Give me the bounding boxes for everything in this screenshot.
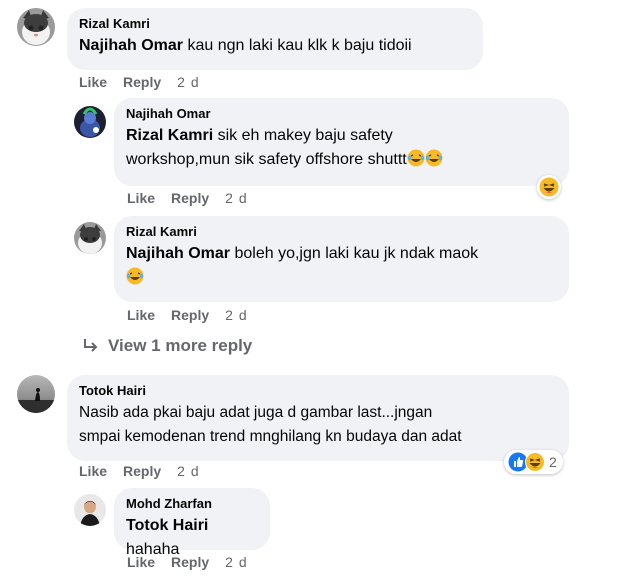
- comment-bubble: Rizal Kamri Najihah Omar kau ngn laki ka…: [67, 8, 483, 70]
- reply-button[interactable]: Reply: [171, 307, 209, 323]
- comment-body: kau ngn laki kau klk k baju tidoii: [187, 37, 412, 54]
- comment-bubble: Rizal Kamri Najihah Omar boleh yo,jgn la…: [114, 216, 569, 302]
- mention-tag[interactable]: Najihah Omar: [126, 245, 230, 262]
- comment-body: boleh yo,jgn laki kau jk ndak maok: [234, 245, 479, 262]
- reply-button[interactable]: Reply: [123, 74, 161, 90]
- view-more-replies-button[interactable]: View 1 more reply: [82, 336, 252, 356]
- like-button[interactable]: Like: [127, 554, 155, 570]
- laughing-emoji-icon: [407, 149, 425, 167]
- comment-body: workshop,mun sik safety offshore shuttt: [126, 151, 407, 168]
- reply-button[interactable]: Reply: [171, 190, 209, 206]
- comment-actions: Like Reply 2 d: [127, 554, 248, 570]
- like-button[interactable]: Like: [127, 307, 155, 323]
- comment-author[interactable]: Mohd Zharfan: [126, 496, 258, 512]
- comment-text: Najihah Omar boleh yo,jgn laki kau jk nd…: [126, 242, 557, 290]
- like-button[interactable]: Like: [79, 74, 107, 90]
- laughing-emoji-icon: [126, 267, 144, 285]
- comment-bubble: Mohd Zharfan Totok Hairi hahaha: [114, 488, 270, 558]
- avatar-najihah-omar[interactable]: [74, 106, 106, 138]
- comment-text: Najihah Omar kau ngn laki kau klk k baju…: [79, 34, 471, 58]
- comment-author[interactable]: Rizal Kamri: [79, 16, 471, 32]
- mention-tag[interactable]: Najihah Omar: [79, 37, 183, 54]
- avatar-totok-hairi[interactable]: [17, 375, 55, 413]
- avatar-mohd-zharfan[interactable]: [74, 494, 106, 526]
- haha-reaction-icon: [525, 452, 545, 472]
- timestamp[interactable]: 2 d: [225, 190, 247, 206]
- comment-text: Nasib ada pkai baju adat juga d gambar l…: [79, 401, 557, 449]
- reply-button[interactable]: Reply: [123, 463, 161, 479]
- reaction-summary[interactable]: [537, 175, 561, 199]
- reply-button[interactable]: Reply: [171, 554, 209, 570]
- comment-author[interactable]: Najihah Omar: [126, 106, 557, 122]
- comment-actions: Like Reply 2 d: [127, 307, 248, 323]
- view-more-label: View 1 more reply: [108, 336, 253, 355]
- reaction-summary[interactable]: 2: [504, 450, 563, 474]
- reply-arrow-icon: [82, 337, 100, 355]
- comment-bubble: Totok Hairi Nasib ada pkai baju adat jug…: [67, 375, 569, 461]
- haha-reaction-icon: [539, 177, 559, 197]
- comment-body: smpai kemodenan trend mnghilang kn buday…: [79, 428, 462, 445]
- comment-author[interactable]: Rizal Kamri: [126, 224, 557, 240]
- avatar-rizal-kamri[interactable]: [74, 222, 106, 254]
- comment-actions: Like Reply 2 d: [127, 190, 248, 206]
- comment-body: sik eh makey baju safety: [217, 127, 393, 144]
- like-button[interactable]: Like: [127, 190, 155, 206]
- timestamp[interactable]: 2 d: [225, 554, 247, 570]
- timestamp[interactable]: 2 d: [177, 74, 199, 90]
- comment-author[interactable]: Totok Hairi: [79, 383, 557, 399]
- reaction-count: 2: [549, 454, 557, 470]
- comment-actions: Like Reply 2 d: [79, 74, 200, 90]
- comment-actions: Like Reply 2 d: [79, 463, 200, 479]
- comment-body: Nasib ada pkai baju adat juga d gambar l…: [79, 404, 433, 421]
- avatar-rizal-kamri[interactable]: [17, 8, 55, 46]
- like-button[interactable]: Like: [79, 463, 107, 479]
- comment-text: Rizal Kamri sik eh makey baju safety wor…: [126, 124, 557, 172]
- mention-tag[interactable]: Totok Hairi: [126, 517, 208, 534]
- timestamp[interactable]: 2 d: [177, 463, 199, 479]
- comment-bubble: Najihah Omar Rizal Kamri sik eh makey ba…: [114, 98, 569, 186]
- laughing-emoji-icon: [425, 149, 443, 167]
- timestamp[interactable]: 2 d: [225, 307, 247, 323]
- mention-tag[interactable]: Rizal Kamri: [126, 127, 213, 144]
